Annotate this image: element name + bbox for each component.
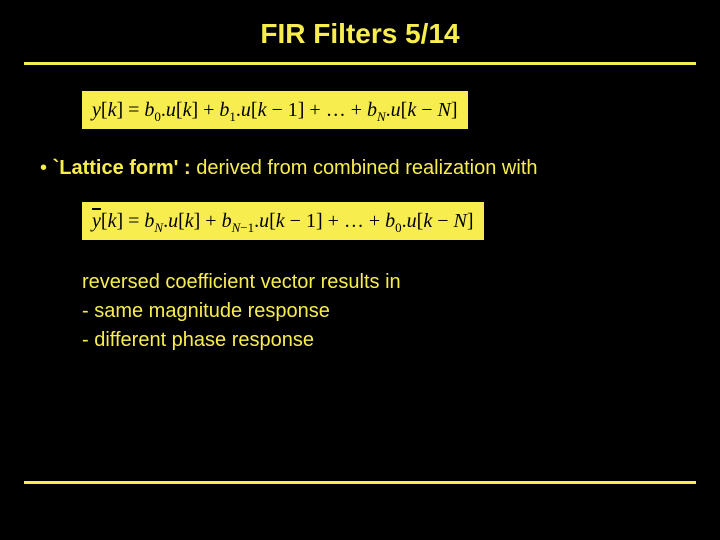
slide-content: y[k] = b0.u[k] + b1.u[k − 1] + … + bN.u[…: [0, 65, 720, 355]
equation-2: y[k] = bN.u[k] + bN−1.u[k − 1] + … + b0.…: [82, 202, 484, 240]
equation-1-wrap: y[k] = b0.u[k] + b1.u[k − 1] + … + bN.u[…: [82, 91, 688, 129]
bullet-tail: derived from combined realization with: [191, 157, 538, 179]
slide-title: FIR Filters 5/14: [0, 0, 720, 62]
equation-2-wrap: y[k] = bN.u[k] + bN−1.u[k − 1] + … + b0.…: [82, 202, 688, 240]
equation-1: y[k] = b0.u[k] + b1.u[k − 1] + … + bN.u[…: [82, 91, 468, 129]
footer-divider: [24, 481, 696, 484]
body-line-3: - different phase response: [82, 326, 688, 355]
body-line-2: - same magnitude response: [82, 297, 688, 326]
bullet-lead: `Lattice form' :: [53, 157, 191, 179]
bullet-lattice-form: • `Lattice form' : derived from combined…: [40, 157, 688, 180]
body-line-1: reversed coefficient vector results in: [82, 268, 688, 297]
body-text: reversed coefficient vector results in -…: [82, 268, 688, 355]
bullet-marker: •: [40, 157, 53, 179]
